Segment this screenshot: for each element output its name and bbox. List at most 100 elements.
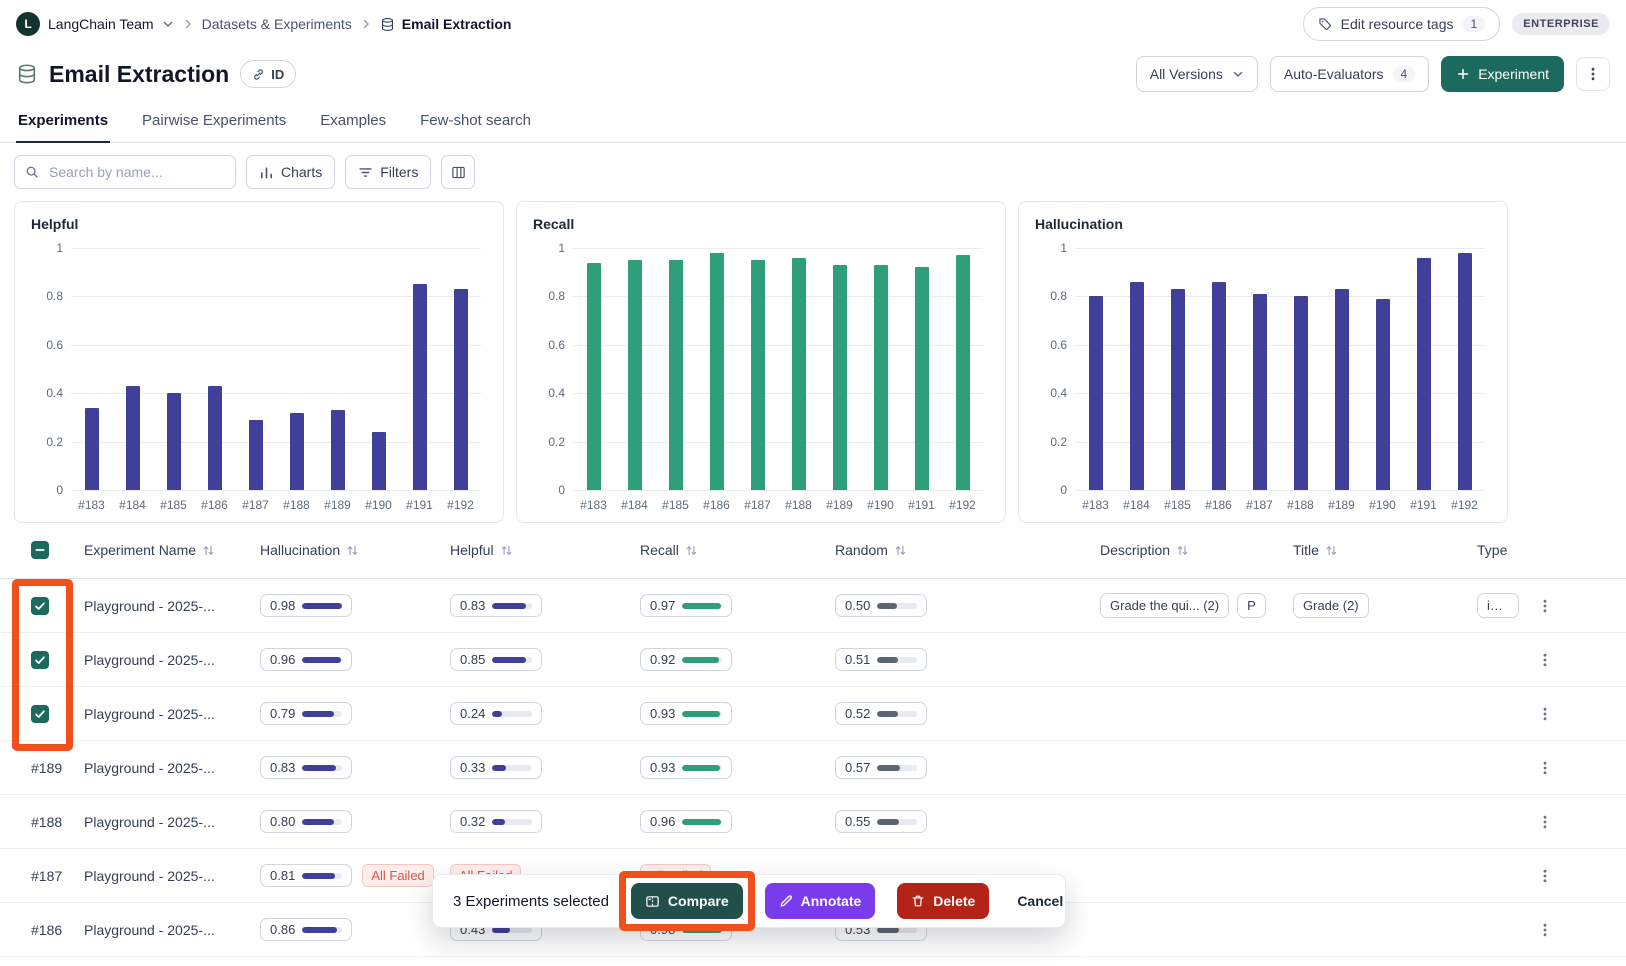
minus-icon <box>34 544 46 556</box>
y-tick-label: 0.8 <box>1050 289 1075 303</box>
row-kebab-menu[interactable] <box>1525 922 1565 938</box>
row-kebab-menu[interactable] <box>1525 760 1565 776</box>
x-tick-label: #186 <box>194 498 235 512</box>
table-row[interactable]: Playground - 2025-... 0.96 0.85 0.92 0.5… <box>0 633 1626 687</box>
random-cell: 0.55 <box>835 810 1100 833</box>
cancel-button[interactable]: Cancel <box>1011 892 1069 910</box>
filters-button[interactable]: Filters <box>345 155 431 189</box>
compare-button[interactable]: Compare <box>631 883 743 919</box>
kebab-icon <box>1537 706 1553 722</box>
row-kebab-menu[interactable] <box>1525 814 1565 830</box>
metric-value: 0.50 <box>845 598 870 613</box>
database-icon <box>380 17 395 32</box>
metric-value: 0.55 <box>845 814 870 829</box>
search-input[interactable] <box>47 163 225 181</box>
column-header-helpful[interactable]: Helpful <box>450 542 640 558</box>
experiment-name[interactable]: Playground - 2025-... <box>70 760 260 776</box>
org-name[interactable]: LangChain Team <box>48 16 154 32</box>
tags-count-badge: 1 <box>1463 16 1486 32</box>
select-all-checkbox[interactable] <box>31 541 49 559</box>
kebab-icon <box>1537 598 1553 614</box>
experiment-name[interactable]: Playground - 2025-... <box>70 598 260 614</box>
tab-pairwise-experiments[interactable]: Pairwise Experiments <box>140 102 288 143</box>
tab-few-shot-search[interactable]: Few-shot search <box>418 102 533 143</box>
chart-bar <box>413 284 427 490</box>
metric-progress-track <box>682 765 722 771</box>
row-kebab-menu[interactable] <box>1525 706 1565 722</box>
metric-progress-track <box>492 657 532 663</box>
metric-progress-track <box>877 711 917 717</box>
experiment-id: #188 <box>31 814 62 830</box>
metric-value: 0.97 <box>650 598 675 613</box>
chart-x-axis: #183#184#185#186#187#188#189#190#191#192 <box>573 498 983 512</box>
experiment-name[interactable]: Playground - 2025-... <box>70 706 260 722</box>
table-row[interactable]: Playground - 2025-... 0.79 0.24 0.93 0.5… <box>0 687 1626 741</box>
column-header-title[interactable]: Title <box>1293 542 1477 558</box>
experiment-name[interactable]: Playground - 2025-... <box>70 814 260 830</box>
metric-value: 0.93 <box>650 760 675 775</box>
x-tick-label: #189 <box>1321 498 1362 512</box>
chart-bar <box>1417 258 1431 490</box>
tab-experiments[interactable]: Experiments <box>16 102 110 143</box>
table-row[interactable]: #188 Playground - 2025-... 0.80 0.32 0.9… <box>0 795 1626 849</box>
chart-bar <box>915 267 929 490</box>
helpful-cell: 0.33 <box>450 756 640 779</box>
y-tick-label: 1 <box>1060 241 1075 255</box>
column-header-type[interactable]: Type <box>1477 542 1525 558</box>
column-settings-button[interactable] <box>441 155 475 189</box>
metric-value-pill: 0.83 <box>450 594 542 617</box>
metric-progress-track <box>302 711 342 717</box>
column-header-hallucination[interactable]: Hallucination <box>260 542 450 558</box>
y-tick-label: 0.2 <box>1050 435 1075 449</box>
column-header-experiment-name[interactable]: Experiment Name <box>70 542 260 558</box>
row-kebab-menu[interactable] <box>1525 868 1565 884</box>
table-row[interactable]: #189 Playground - 2025-... 0.83 0.33 0.9… <box>0 741 1626 795</box>
row-checkbox-checked[interactable] <box>31 597 49 615</box>
row-checkbox-checked[interactable] <box>31 705 49 723</box>
metric-progress-track <box>302 927 342 933</box>
metric-progress-track <box>492 819 532 825</box>
y-tick-label: 0.6 <box>1050 338 1075 352</box>
chevron-down-icon[interactable] <box>162 18 174 30</box>
hallucination-cell: 0.79 <box>260 702 450 725</box>
search-box <box>14 155 236 189</box>
experiment-name[interactable]: Playground - 2025-... <box>70 868 260 884</box>
y-tick-label: 0.8 <box>548 289 573 303</box>
breadcrumb-current[interactable]: Email Extraction <box>380 16 512 32</box>
versions-dropdown[interactable]: All Versions <box>1136 56 1258 92</box>
row-kebab-menu[interactable] <box>1525 598 1565 614</box>
chart-bar <box>1335 289 1349 490</box>
metric-value: 0.83 <box>270 760 295 775</box>
charts-button[interactable]: Charts <box>246 155 335 189</box>
metric-progress-track <box>302 603 342 609</box>
sort-icon <box>894 544 907 557</box>
experiment-name[interactable]: Playground - 2025-... <box>70 652 260 668</box>
chart-card-recall: Recall 0 0.2 0.4 0.6 0.8 1 #183#184#185#… <box>516 201 1006 523</box>
new-experiment-button[interactable]: Experiment <box>1441 56 1564 92</box>
annotate-button[interactable]: Annotate <box>765 883 876 919</box>
type-cell: integer <box>1477 593 1525 618</box>
tab-examples[interactable]: Examples <box>318 102 388 143</box>
header-kebab-menu[interactable] <box>1576 57 1610 91</box>
row-kebab-menu[interactable] <box>1525 652 1565 668</box>
org-avatar[interactable]: L <box>16 12 40 36</box>
auto-evaluators-button[interactable]: Auto-Evaluators 4 <box>1270 56 1429 92</box>
metric-value-pill: 0.33 <box>450 756 542 779</box>
row-checkbox-checked[interactable] <box>31 651 49 669</box>
chart-bar <box>587 263 601 490</box>
auto-evaluators-count: 4 <box>1393 66 1416 82</box>
y-tick-label: 0 <box>56 483 71 497</box>
experiment-name[interactable]: Playground - 2025-... <box>70 922 260 938</box>
title-cell: Grade (2) <box>1293 593 1477 618</box>
sort-icon <box>1176 544 1189 557</box>
x-tick-label: #187 <box>1239 498 1280 512</box>
delete-button[interactable]: Delete <box>897 883 989 919</box>
column-header-recall[interactable]: Recall <box>640 542 835 558</box>
column-header-random[interactable]: Random <box>835 542 1100 558</box>
table-row[interactable]: Playground - 2025-... 0.98 0.83 0.97 0.5… <box>0 579 1626 633</box>
column-header-description[interactable]: Description <box>1100 542 1293 558</box>
edit-resource-tags-button[interactable]: Edit resource tags 1 <box>1303 7 1501 41</box>
id-copy-button[interactable]: ID <box>240 60 296 88</box>
sort-icon <box>500 544 513 557</box>
breadcrumb-datasets[interactable]: Datasets & Experiments <box>202 16 352 32</box>
